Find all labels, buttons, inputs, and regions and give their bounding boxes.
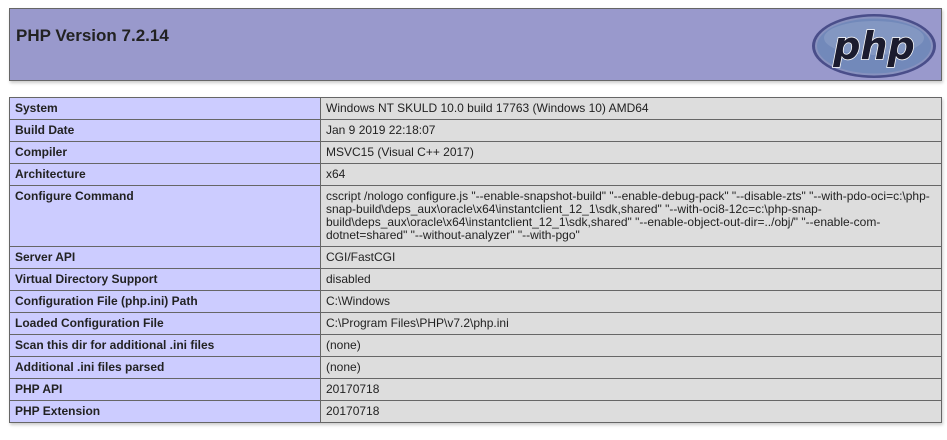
row-key: Additional .ini files parsed <box>9 356 321 379</box>
row-value: disabled <box>320 268 942 291</box>
row-value: Windows NT SKULD 10.0 build 17763 (Windo… <box>320 97 942 120</box>
row-value: cscript /nologo configure.js "--enable-s… <box>320 185 942 247</box>
phpinfo-header: PHP Version 7.2.14 php <box>9 8 942 81</box>
row-key: Configuration File (php.ini) Path <box>9 290 321 313</box>
row-value: 20170718 <box>320 378 942 401</box>
row-value: CGI/FastCGI <box>320 246 942 269</box>
row-key: Build Date <box>9 119 321 142</box>
row-key: Loaded Configuration File <box>9 312 321 335</box>
row-key: Configure Command <box>9 185 321 247</box>
table-row: Configure Command cscript /nologo configu… <box>9 185 942 247</box>
table-row: Architecture x64 <box>9 163 942 186</box>
row-key: Scan this dir for additional .ini files <box>9 334 321 357</box>
page-title: PHP Version 7.2.14 <box>16 26 169 45</box>
php-logo-icon: php <box>811 13 937 84</box>
table-row: PHP API 20170718 <box>9 378 942 401</box>
row-value: C:\Windows <box>320 290 942 313</box>
row-value: (none) <box>320 334 942 357</box>
row-key: PHP Extension <box>9 400 321 423</box>
table-row: Compiler MSVC15 (Visual C++ 2017) <box>9 141 942 164</box>
row-value: 20170718 <box>320 400 942 423</box>
table-row: System Windows NT SKULD 10.0 build 17763 … <box>9 97 942 120</box>
row-key: System <box>9 97 321 120</box>
table-row: Scan this dir for additional .ini files(… <box>9 334 942 357</box>
row-key: Virtual Directory Support <box>9 268 321 291</box>
row-value: C:\Program Files\PHP\v7.2\php.ini <box>320 312 942 335</box>
row-key: PHP API <box>9 378 321 401</box>
table-row: Additional .ini files parsed (none) <box>9 356 942 379</box>
row-value: Jan 9 2019 22:18:07 <box>320 119 942 142</box>
row-key: Server API <box>9 246 321 269</box>
row-key: Compiler <box>9 141 321 164</box>
table-row: Virtual Directory Support disabled <box>9 268 942 291</box>
row-value: MSVC15 (Visual C++ 2017) <box>320 141 942 164</box>
table-row: Configuration File (php.ini) Path C:\Wind… <box>9 290 942 313</box>
table-row: Loaded Configuration File C:\Program File… <box>9 312 942 335</box>
table-row: PHP Extension 20170718 <box>9 400 942 423</box>
row-value: (none) <box>320 356 942 379</box>
php-logo-text: php <box>832 24 914 68</box>
info-table: System Windows NT SKULD 10.0 build 17763 … <box>9 97 942 423</box>
row-value: x64 <box>320 163 942 186</box>
table-row: Build Date Jan 9 2019 22:18:07 <box>9 119 942 142</box>
row-key: Architecture <box>9 163 321 186</box>
table-row: Server API CGI/FastCGI <box>9 246 942 269</box>
